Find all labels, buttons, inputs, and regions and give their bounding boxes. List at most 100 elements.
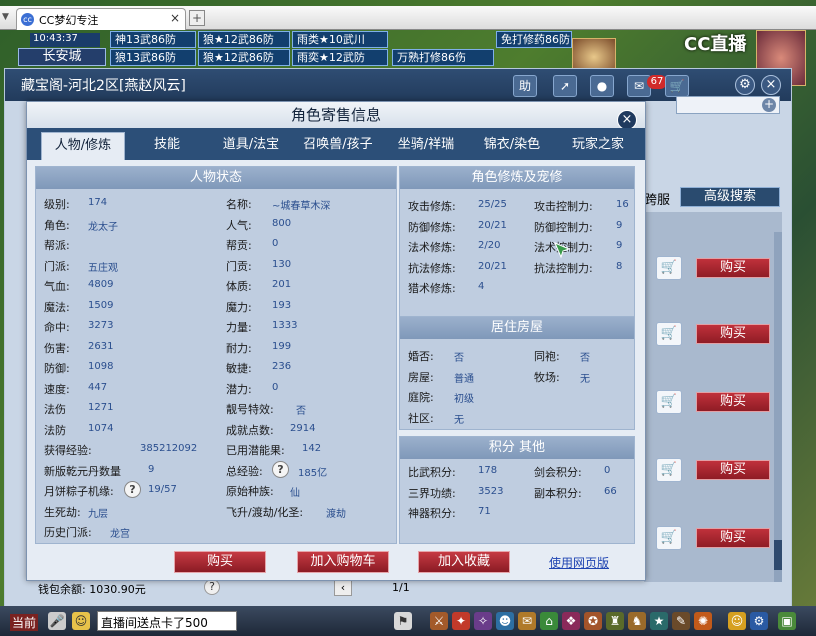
bag-icon[interactable]: ✦	[452, 612, 470, 630]
monitor-icon[interactable]: ▣	[778, 612, 796, 630]
character-status-panel: 人物状态 级别: 174 角色: 龙太子 帮派: 门派: 五庄观 气血: 4809 魔法: 1509…	[35, 166, 397, 544]
help-button[interactable]: 助	[513, 75, 537, 97]
info-label: 防御修炼:	[408, 220, 456, 234]
info-value: 五庄观	[88, 262, 118, 274]
info-label: 婚否:	[408, 350, 434, 363]
tab-costume[interactable]: 锦衣/染色	[469, 132, 555, 160]
scrollbar[interactable]	[774, 232, 782, 582]
rank-icon[interactable]: ★	[650, 612, 668, 630]
skill-icon[interactable]: ✧	[474, 612, 492, 630]
info-value: 19/57	[148, 484, 177, 495]
buy-button[interactable]: 购买	[696, 258, 770, 278]
info-label: 体质:	[226, 280, 252, 293]
record-icon[interactable]: ●	[590, 75, 614, 97]
tab-character[interactable]: 人物/修炼	[41, 132, 125, 160]
cart-icon[interactable]: 🛒	[656, 256, 682, 280]
tab-pets[interactable]: 召唤兽/孩子	[293, 132, 383, 160]
close-icon[interactable]: ×	[617, 110, 637, 130]
cart-icon[interactable]: 🛒	[656, 390, 682, 414]
info-row: 三界功绩: 3523	[408, 482, 526, 502]
smiley-icon[interactable]: ☺	[728, 612, 746, 630]
tab-skills[interactable]: 技能	[125, 132, 209, 160]
tab-home[interactable]: 玩家之家	[555, 132, 641, 160]
info-row: 攻击修炼: 25/25	[408, 195, 526, 215]
activity-icon[interactable]: ✺	[694, 612, 712, 630]
browser-tab[interactable]: cc CC梦幻专注 ×	[16, 8, 186, 30]
share-icon[interactable]: ➚	[553, 75, 577, 97]
help-icon[interactable]: ?	[272, 460, 289, 478]
list-item: 🛒 购买	[652, 248, 772, 288]
info-value: 4809	[88, 279, 114, 290]
plus-icon[interactable]: +	[762, 98, 776, 112]
info-row: 抗法控制力: 8	[534, 257, 632, 277]
info-value: 800	[272, 217, 292, 229]
channel-label[interactable]: 当前	[10, 614, 39, 631]
advanced-search-button[interactable]: 高级搜索	[680, 187, 780, 207]
help-icon[interactable]: ?	[124, 481, 141, 498]
microphone-icon[interactable]: 🎤	[48, 612, 66, 630]
info-value: 1271	[88, 402, 114, 413]
info-value: 否	[580, 353, 590, 364]
attack-icon[interactable]: ⚔	[430, 612, 448, 630]
info-value: 0	[272, 238, 279, 249]
buy-button[interactable]: 购买	[696, 392, 770, 412]
info-label: 神器积分:	[408, 507, 456, 520]
guild-icon[interactable]: ♜	[606, 612, 624, 630]
add-favorite-button[interactable]: 加入收藏	[418, 551, 510, 573]
settings-icon[interactable]: ⚙	[735, 75, 755, 95]
cart-icon[interactable]: 🛒	[656, 458, 682, 482]
new-tab-button[interactable]: +	[189, 10, 205, 26]
close-icon[interactable]: ×	[761, 75, 781, 95]
info-row: 生死劫: 九层	[44, 501, 224, 521]
emoji-icon[interactable]: ☺	[72, 612, 90, 630]
friends-icon[interactable]: ☻	[496, 612, 514, 630]
gift-icon[interactable]: ❖	[562, 612, 580, 630]
add-to-cart-button[interactable]: 加入购物车	[297, 551, 389, 573]
info-label: 门贡:	[226, 259, 252, 273]
location-label: 长安城	[18, 48, 106, 66]
info-value: 9	[148, 463, 155, 475]
tab-items[interactable]: 道具/法宝	[209, 132, 293, 160]
team-icon[interactable]: ⚑	[394, 612, 412, 630]
wallet-balance: 钱包余额: 1030.90元	[38, 583, 146, 596]
tab-mounts[interactable]: 坐骑/祥瑞	[383, 132, 469, 160]
map-icon[interactable]: ⌂	[540, 612, 558, 630]
info-value: 龙太子	[88, 221, 118, 233]
quest-icon[interactable]: ✉	[518, 612, 536, 630]
info-value: 178	[478, 465, 498, 476]
close-tab-icon[interactable]: ×	[170, 11, 180, 25]
info-row: 命中: 3273	[44, 316, 224, 336]
scrollbar-thumb[interactable]	[774, 540, 782, 570]
buy-button[interactable]: 购买	[696, 324, 770, 344]
chat-input[interactable]: 直播间送点卡了500	[97, 611, 237, 631]
info-row: 防御控制力: 9	[534, 216, 632, 236]
system-icon[interactable]: ⚙	[750, 612, 768, 630]
buy-button[interactable]: 购买	[696, 460, 770, 480]
menu-arrow-icon[interactable]: ▼	[2, 12, 12, 22]
cross-server-label[interactable]: 跨服	[644, 189, 670, 208]
info-label: 已用潜能果:	[226, 444, 285, 457]
mail-icon[interactable]: ✎	[672, 612, 690, 630]
cart-icon[interactable]: 🛒	[656, 526, 682, 550]
info-label: 防御控制力:	[534, 220, 593, 234]
help-icon[interactable]: ?	[204, 579, 220, 595]
prev-page-icon[interactable]: ‹	[334, 580, 352, 596]
info-label: 原始种族:	[226, 485, 274, 498]
shop-icon[interactable]: ✪	[584, 612, 602, 630]
info-row: 人气: 800	[226, 214, 394, 234]
info-label: 魔力:	[226, 300, 252, 314]
panel-header: 人物状态	[36, 167, 396, 189]
info-row: 伤害: 2631	[44, 337, 224, 357]
info-label: 同袍:	[534, 350, 560, 363]
buy-button[interactable]: 购买	[174, 551, 266, 573]
pet-icon[interactable]: ♞	[628, 612, 646, 630]
browser-tab-title: CC梦幻专注	[39, 14, 99, 27]
info-label: 敏捷:	[226, 362, 252, 375]
message-count-badge: 67	[647, 75, 667, 89]
web-version-link[interactable]: 使用网页版	[549, 554, 609, 571]
buy-button[interactable]: 购买	[696, 528, 770, 548]
info-value: 龙宫	[110, 529, 130, 540]
cart-icon[interactable]: 🛒	[665, 75, 689, 97]
cart-icon[interactable]: 🛒	[656, 322, 682, 346]
info-row: 帮贡: 0	[226, 234, 394, 254]
